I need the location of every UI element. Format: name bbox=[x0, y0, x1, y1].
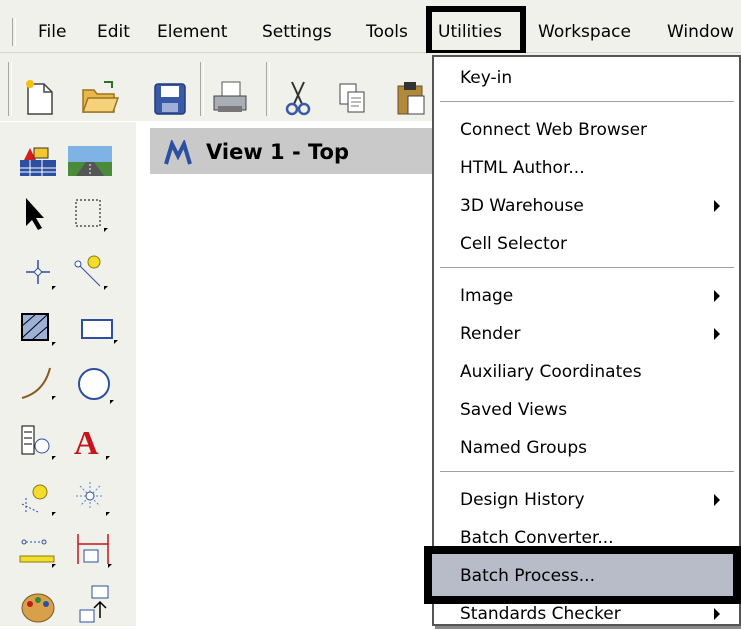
menu-item-connect-web-browser-label: Connect Web Browser bbox=[460, 120, 648, 140]
svg-text:A: A bbox=[74, 425, 99, 462]
menu-item-batch-process[interactable]: Batch Process... bbox=[460, 560, 595, 592]
copy-icon[interactable] bbox=[332, 78, 372, 118]
new-file-icon[interactable] bbox=[20, 78, 60, 118]
road-tool-icon[interactable] bbox=[18, 140, 58, 180]
menu-item-render-label: Render bbox=[460, 324, 521, 344]
print-icon[interactable] bbox=[210, 78, 250, 118]
menu-file-label: File bbox=[38, 22, 67, 42]
menu-item-connect-web-browser[interactable]: Connect Web Browser bbox=[460, 114, 647, 146]
menu-item-design-history-label: Design History bbox=[460, 490, 585, 510]
menu-separator bbox=[440, 101, 734, 103]
menu-tools-label: Tools bbox=[366, 22, 408, 42]
menu-window[interactable]: Window bbox=[667, 20, 734, 44]
menu-settings-label: Settings bbox=[262, 22, 332, 42]
save-icon[interactable] bbox=[150, 78, 190, 118]
palette-color-icon[interactable] bbox=[18, 584, 58, 624]
circle-icon[interactable] bbox=[76, 366, 116, 406]
menu-item-saved-views-label: Saved Views bbox=[460, 400, 568, 420]
menu-item-html-author[interactable]: HTML Author... bbox=[460, 152, 585, 184]
rectangle-icon[interactable] bbox=[80, 316, 120, 356]
submenu-arrow-icon bbox=[714, 494, 720, 506]
menu-item-batch-process-label: Batch Process... bbox=[460, 566, 595, 586]
menu-window-label: Window bbox=[667, 22, 735, 42]
submenu-arrow-icon bbox=[714, 290, 720, 302]
menu-item-batch-converter[interactable]: Batch Converter... bbox=[460, 522, 614, 554]
menu-edit-label: Edit bbox=[97, 22, 130, 42]
menu-utilities[interactable]: Utilities bbox=[438, 20, 502, 44]
smartline-icon[interactable] bbox=[70, 252, 110, 292]
highway-view-icon[interactable] bbox=[68, 140, 112, 180]
menu-item-saved-views[interactable]: Saved Views bbox=[460, 394, 567, 426]
menu-item-auxiliary-coordinates[interactable]: Auxiliary Coordinates bbox=[460, 356, 642, 388]
precision-point-icon[interactable] bbox=[18, 252, 58, 292]
paste-icon[interactable] bbox=[390, 78, 430, 118]
cut-icon[interactable] bbox=[278, 78, 318, 118]
place-text-icon[interactable]: A bbox=[72, 422, 112, 462]
menu-item-key-in-label: Key-in bbox=[460, 68, 513, 88]
menu-item-named-groups-label: Named Groups bbox=[460, 438, 587, 458]
menu-workspace-label: Workspace bbox=[538, 22, 631, 42]
measure-distance-icon[interactable] bbox=[18, 530, 58, 570]
menu-workspace[interactable]: Workspace bbox=[538, 20, 631, 44]
menu-separator bbox=[440, 471, 734, 473]
submenu-arrow-icon bbox=[714, 328, 720, 340]
menu-separator bbox=[440, 267, 734, 269]
toolbar-separator-2 bbox=[266, 62, 270, 116]
menu-item-3d-warehouse[interactable]: 3D Warehouse bbox=[460, 190, 584, 222]
menu-item-standards-checker[interactable]: Standards Checker bbox=[460, 598, 621, 630]
menu-item-3d-warehouse-label: 3D Warehouse bbox=[460, 196, 584, 216]
menu-item-key-in[interactable]: Key-in bbox=[460, 62, 512, 94]
submenu-arrow-icon bbox=[714, 200, 720, 212]
menu-item-image-label: Image bbox=[460, 286, 514, 306]
menu-item-batch-converter-label: Batch Converter... bbox=[460, 528, 614, 548]
arc-icon[interactable] bbox=[18, 362, 58, 402]
menu-edit[interactable]: Edit bbox=[97, 20, 130, 44]
toolbar-grip[interactable] bbox=[8, 62, 12, 116]
menu-item-named-groups[interactable]: Named Groups bbox=[460, 432, 587, 464]
menu-element-label: Element bbox=[157, 22, 228, 42]
view-logo-icon bbox=[164, 138, 198, 168]
menu-utilities-label: Utilities bbox=[438, 22, 502, 42]
menu-item-image[interactable]: Image bbox=[460, 280, 513, 312]
menu-tools[interactable]: Tools bbox=[366, 20, 408, 44]
menu-item-render[interactable]: Render bbox=[460, 318, 521, 350]
hatch-area-icon[interactable] bbox=[18, 308, 58, 348]
open-folder-icon[interactable] bbox=[80, 78, 120, 118]
menu-item-design-history[interactable]: Design History bbox=[460, 484, 585, 516]
menu-file[interactable]: File bbox=[38, 20, 66, 44]
pointer-icon[interactable] bbox=[18, 194, 58, 234]
menu-item-html-author-label: HTML Author... bbox=[460, 158, 585, 178]
place-cell-icon[interactable] bbox=[18, 422, 58, 462]
menu-settings[interactable]: Settings bbox=[262, 20, 332, 44]
submenu-arrow-icon bbox=[714, 608, 720, 620]
menu-item-cell-selector[interactable]: Cell Selector bbox=[460, 228, 567, 260]
dimension-icon[interactable] bbox=[74, 530, 114, 570]
element-selection-icon[interactable] bbox=[70, 194, 110, 234]
menu-item-auxiliary-coordinates-label: Auxiliary Coordinates bbox=[460, 362, 642, 382]
toolbar-separator-1 bbox=[200, 62, 204, 116]
snap-point-icon[interactable] bbox=[18, 478, 58, 518]
view-title: View 1 - Top bbox=[206, 140, 349, 164]
menu-item-standards-checker-label: Standards Checker bbox=[460, 604, 621, 624]
menubar-grip[interactable] bbox=[12, 18, 16, 46]
menu-item-cell-selector-label: Cell Selector bbox=[460, 234, 568, 254]
burst-point-icon[interactable] bbox=[72, 478, 112, 518]
move-copy-icon[interactable] bbox=[76, 584, 116, 624]
menu-element[interactable]: Element bbox=[157, 20, 227, 44]
